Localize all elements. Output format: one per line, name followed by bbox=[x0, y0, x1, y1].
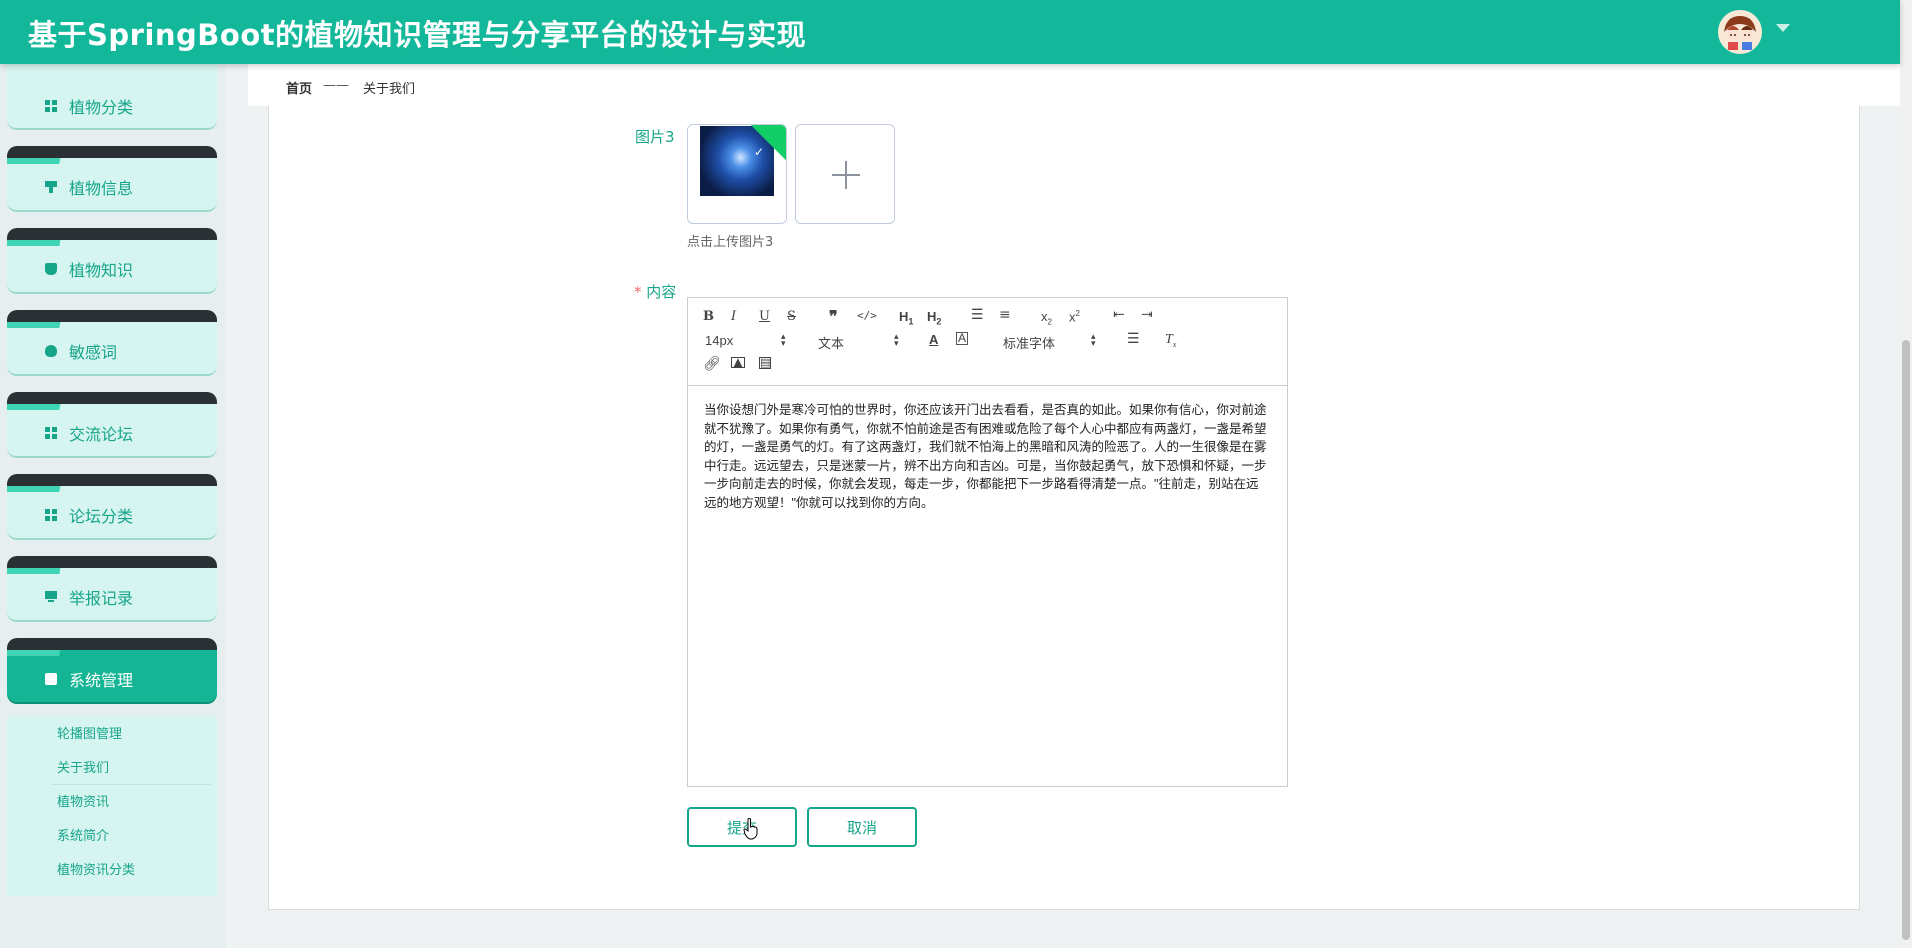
sidebar-item-report-records[interactable]: 举报记录 bbox=[7, 556, 217, 624]
font-family-select[interactable]: 标准字体 bbox=[1003, 333, 1055, 352]
rich-text-editor: B I U S ❞ </> H1 H2 ☰ ≡ x2 x2 ⇤ ⇥ 14px ▴… bbox=[687, 297, 1288, 787]
app-title: 基于SpringBoot的植物知识管理与分享平台的设计与实现 bbox=[28, 18, 807, 52]
upload-hint: 点击上传图片3 bbox=[687, 235, 774, 250]
bulb-icon bbox=[45, 345, 57, 357]
uploaded-image-thumbnail[interactable]: ✓ bbox=[687, 124, 787, 224]
user-avatar[interactable] bbox=[1718, 10, 1762, 54]
sidebar-item-label: 植物知识 bbox=[69, 261, 134, 280]
video-icon[interactable]: ▤ bbox=[759, 357, 771, 369]
font-size-select[interactable]: 14px bbox=[705, 333, 733, 348]
cup-icon bbox=[45, 263, 57, 275]
breadcrumb-current: 关于我们 bbox=[363, 82, 416, 97]
top-header: 基于SpringBoot的植物知识管理与分享平台的设计与实现 bbox=[0, 0, 1900, 64]
submenu-item-plant-news[interactable]: 植物资讯 bbox=[57, 791, 109, 810]
sidebar-item-plant-category[interactable]: 植物分类 bbox=[7, 64, 217, 130]
submenu-item-news-category[interactable]: 植物资讯分类 bbox=[57, 859, 135, 878]
font-color-icon[interactable]: A bbox=[929, 332, 938, 347]
submenu-item-about-us[interactable]: 关于我们 bbox=[57, 757, 109, 776]
underline-icon[interactable]: U bbox=[759, 309, 770, 324]
outdent-icon[interactable]: ⇤ bbox=[1113, 307, 1125, 323]
heading2-icon[interactable]: H2 bbox=[927, 309, 941, 327]
strikethrough-icon[interactable]: S bbox=[787, 309, 796, 324]
sidebar-item-label: 交流论坛 bbox=[69, 425, 134, 444]
blockquote-icon[interactable]: ❞ bbox=[829, 307, 838, 326]
italic-icon[interactable]: I bbox=[731, 309, 736, 324]
superscript-icon[interactable]: x2 bbox=[1069, 309, 1080, 324]
grid-icon bbox=[45, 100, 57, 112]
grid-icon bbox=[45, 427, 57, 439]
bold-icon[interactable]: B bbox=[703, 309, 714, 324]
avatar-icon bbox=[1718, 10, 1762, 54]
user-menu-chevron-down-icon[interactable] bbox=[1776, 24, 1790, 32]
editor-content[interactable]: 当你设想门外是寒冷可怕的世界时，你还应该开门出去看看，是否真的如此。如果你有信心… bbox=[704, 401, 1270, 512]
link-icon[interactable]: 🔗︎ bbox=[703, 356, 721, 372]
cancel-button[interactable]: 取消 bbox=[807, 807, 917, 847]
editor-toolbar: B I U S ❞ </> H1 H2 ☰ ≡ x2 x2 ⇤ ⇥ 14px ▴… bbox=[688, 298, 1287, 386]
sidebar-item-forum-category[interactable]: 论坛分类 bbox=[7, 474, 217, 542]
grid-icon bbox=[45, 509, 57, 521]
align-icon[interactable]: ☰ bbox=[1127, 331, 1140, 347]
sidebar-item-label: 植物信息 bbox=[69, 179, 134, 198]
code-block-icon[interactable]: </> bbox=[857, 309, 877, 322]
subscript-icon[interactable]: x2 bbox=[1041, 309, 1052, 327]
bullet-list-icon[interactable]: ≡ bbox=[999, 307, 1011, 323]
submenu-divider bbox=[51, 784, 211, 785]
submenu-item-carousel[interactable]: 轮播图管理 bbox=[57, 723, 122, 742]
submenu-item-system-intro[interactable]: 系统简介 bbox=[57, 825, 109, 844]
scrollbar-thumb[interactable] bbox=[1902, 340, 1910, 940]
breadcrumb-separator: —— bbox=[323, 78, 349, 93]
image-icon[interactable]: ▲ bbox=[731, 356, 745, 368]
clear-format-icon[interactable]: Tx bbox=[1165, 332, 1176, 349]
content-label-text: 内容 bbox=[646, 283, 677, 301]
required-mark: * bbox=[634, 283, 642, 301]
sidebar-item-forum[interactable]: 交流论坛 bbox=[7, 392, 217, 460]
indent-icon[interactable]: ⇥ bbox=[1141, 307, 1153, 323]
sidebar-item-label: 系统管理 bbox=[69, 671, 134, 690]
sidebar-item-plant-info[interactable]: 植物信息 bbox=[7, 146, 217, 214]
breadcrumb: 首页 —— 关于我们 bbox=[248, 64, 1900, 106]
sidebar-item-label: 植物分类 bbox=[69, 98, 134, 117]
submit-button[interactable]: 提交 bbox=[687, 807, 797, 847]
hand-cursor-icon bbox=[743, 818, 758, 840]
sidebar-item-label: 举报记录 bbox=[69, 589, 134, 608]
breadcrumb-home[interactable]: 首页 bbox=[286, 78, 312, 97]
monitor-icon bbox=[45, 591, 57, 603]
check-icon: ✓ bbox=[754, 145, 765, 159]
system-submenu: 轮播图管理 关于我们 植物资讯 系统简介 植物资讯分类 bbox=[7, 716, 217, 896]
brush-icon bbox=[45, 181, 57, 193]
sidebar-item-label: 论坛分类 bbox=[69, 507, 134, 526]
image3-label: 图片3 bbox=[635, 128, 675, 146]
paragraph-select[interactable]: 文本 bbox=[818, 333, 844, 352]
image-upload-button[interactable] bbox=[795, 124, 895, 224]
heading1-icon[interactable]: H1 bbox=[899, 309, 913, 327]
sidebar-item-label: 敏感词 bbox=[69, 343, 118, 362]
sidebar-item-sensitive-words[interactable]: 敏感词 bbox=[7, 310, 217, 378]
clipboard-icon bbox=[45, 673, 57, 685]
background-color-icon[interactable]: A bbox=[956, 332, 969, 345]
content-label: * 内容 bbox=[634, 281, 676, 302]
sidebar-item-system-management[interactable]: 系统管理 bbox=[7, 638, 217, 706]
sidebar-item-plant-knowledge[interactable]: 植物知识 bbox=[7, 228, 217, 296]
ordered-list-icon[interactable]: ☰ bbox=[971, 307, 984, 323]
